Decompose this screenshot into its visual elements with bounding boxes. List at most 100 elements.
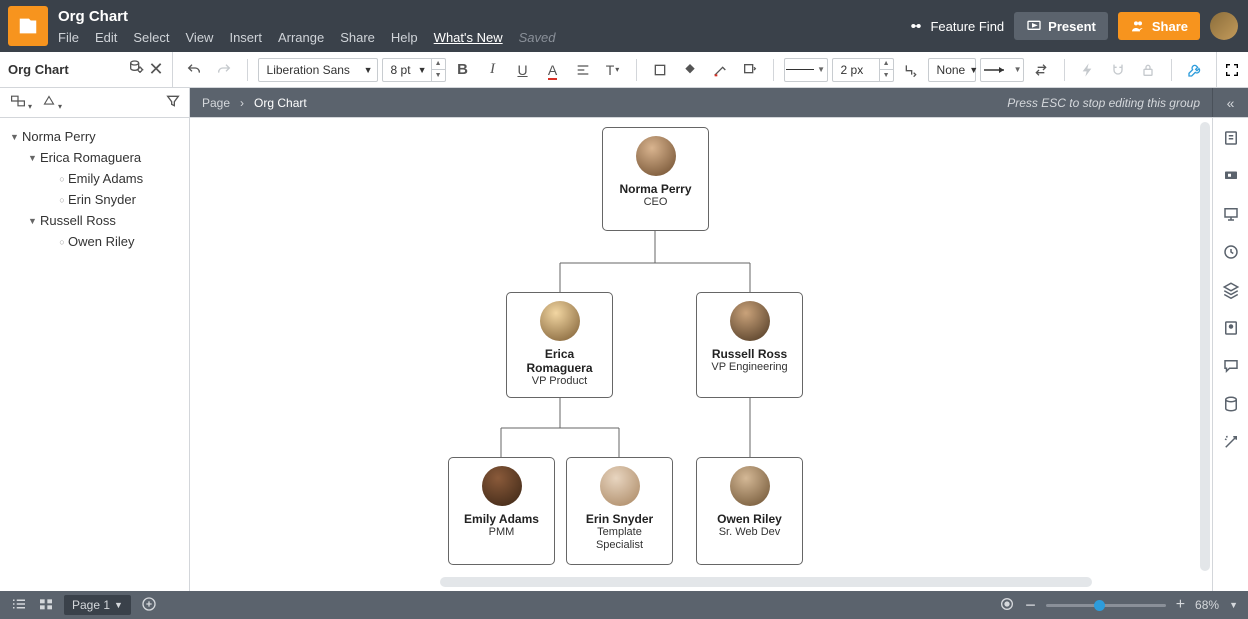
font-size-select[interactable]: 8 pt▼ [382,58,432,82]
layers-icon[interactable] [1221,280,1241,300]
line-style-select[interactable]: ▼ [784,58,828,82]
menu-help[interactable]: Help [391,30,418,45]
history-icon[interactable] [1221,242,1241,262]
font-size-spinner[interactable]: ▲▼ [432,58,446,82]
avatar [636,136,676,176]
zoom-in-button[interactable]: + [1176,596,1185,614]
italic-button[interactable]: I [480,57,506,83]
undo-button[interactable] [181,57,207,83]
magnet-icon[interactable] [1105,57,1131,83]
grid-view-icon[interactable] [38,597,54,614]
filter-icon[interactable] [165,93,181,112]
feature-find-button[interactable]: Feature Find [908,18,1004,34]
present-button[interactable]: Present [1014,12,1108,40]
add-page-icon[interactable] [141,596,157,615]
node-name: Erin Snyder [586,512,653,526]
shape-tool-2-icon[interactable]: ▾ [40,93,62,112]
vertical-scrollbar[interactable] [1200,122,1210,571]
wrench-icon[interactable] [1182,57,1208,83]
fullscreen-button[interactable] [1216,52,1248,87]
panel-title: Org Chart [8,62,69,77]
font-family-select[interactable]: Liberation Sans▼ [258,58,378,82]
avatar [540,301,580,341]
text-color-button[interactable]: A [540,57,566,83]
fill-button[interactable] [647,57,673,83]
esc-hint: Press ESC to stop editing this group [1007,96,1200,110]
zoom-out-button[interactable]: − [1025,595,1036,616]
notes-icon[interactable] [1221,128,1241,148]
swap-arrows-button[interactable] [1028,57,1054,83]
arrow-start-select[interactable]: None▼ [928,58,976,82]
menu-whats-new[interactable]: What's New [434,30,503,45]
breadcrumb-current[interactable]: Org Chart [254,96,307,110]
bold-button[interactable]: B [450,57,476,83]
org-node-vp-engineering[interactable]: Russell Ross VP Engineering [696,292,803,398]
slides-icon[interactable] [1221,166,1241,186]
menu-edit[interactable]: Edit [95,30,117,45]
line-width-spinner[interactable]: ▲▼ [880,58,894,82]
menu-select[interactable]: Select [133,30,169,45]
lock-icon[interactable] [1135,57,1161,83]
underline-button[interactable]: U [510,57,536,83]
text-options-button[interactable]: T▾ [600,57,626,83]
toolbar: Org Chart ✕ Liberation Sans▼ 8 pt▼▲▼ B I… [0,52,1248,88]
menu-view[interactable]: View [186,30,214,45]
line-width-select[interactable]: 2 px [832,58,880,82]
data-icon[interactable] [1221,394,1241,414]
avatar [730,466,770,506]
list-view-icon[interactable] [10,597,28,614]
comments-icon[interactable] [1221,356,1241,376]
magic-icon[interactable] [1221,432,1241,452]
bolt-icon[interactable] [1075,57,1101,83]
node-role: PMM [489,526,515,539]
target-icon[interactable] [999,596,1015,615]
tree-item[interactable]: ▼Russell Ross [0,210,189,231]
saved-status: Saved [519,30,556,45]
org-node-ceo[interactable]: Norma Perry CEO [602,127,709,231]
arrow-end-select[interactable]: ▼ [980,58,1024,82]
present-mode-icon[interactable] [1221,204,1241,224]
avatar [482,466,522,506]
tree-item[interactable]: ▼Erica Romaguera [0,147,189,168]
document-title[interactable]: Org Chart [58,8,908,26]
node-role: Template Specialist [573,526,666,552]
avatar [600,466,640,506]
zoom-slider[interactable] [1046,604,1166,607]
menu-share[interactable]: Share [340,30,375,45]
border-color-button[interactable] [707,57,733,83]
align-button[interactable] [570,57,596,83]
right-rail [1212,118,1248,591]
user-avatar[interactable] [1210,12,1238,40]
tree-item[interactable]: ○Owen Riley [0,231,189,252]
line-route-button[interactable] [898,57,924,83]
shape-options-button[interactable] [737,57,763,83]
org-node-template-specialist[interactable]: Erin Snyder Template Specialist [566,457,673,565]
avatar [730,301,770,341]
zoom-level[interactable]: 68% [1195,598,1219,612]
tree-item[interactable]: ▼Norma Perry [0,126,189,147]
theme-icon[interactable] [1221,318,1241,338]
breadcrumb: Page › Org Chart [202,96,307,110]
feature-find-label: Feature Find [930,19,1004,34]
app-logo[interactable] [8,6,48,46]
close-panel-icon[interactable]: ✕ [148,59,163,80]
share-button[interactable]: Share [1118,12,1200,40]
org-node-vp-product[interactable]: Erica Romaguera VP Product [506,292,613,398]
menu-arrange[interactable]: Arrange [278,30,324,45]
menu-insert[interactable]: Insert [229,30,262,45]
data-config-icon[interactable] [128,59,144,80]
menu-file[interactable]: File [58,30,79,45]
tree-item[interactable]: ○Emily Adams [0,168,189,189]
collapse-right-button[interactable]: « [1212,88,1248,117]
breadcrumb-root[interactable]: Page [202,96,230,110]
shape-tool-icon[interactable]: ▾ [8,93,32,112]
node-name: Norma Perry [619,182,691,196]
org-node-web-dev[interactable]: Owen Riley Sr. Web Dev [696,457,803,565]
redo-button[interactable] [211,57,237,83]
org-node-pmm[interactable]: Emily Adams PMM [448,457,555,565]
horizontal-scrollbar[interactable] [440,577,1092,587]
fill-color-button[interactable] [677,57,703,83]
tree-item[interactable]: ○Erin Snyder [0,189,189,210]
page-select[interactable]: Page 1▼ [64,595,131,615]
canvas[interactable]: Norma Perry CEO Erica Romaguera VP Produ… [190,118,1212,591]
